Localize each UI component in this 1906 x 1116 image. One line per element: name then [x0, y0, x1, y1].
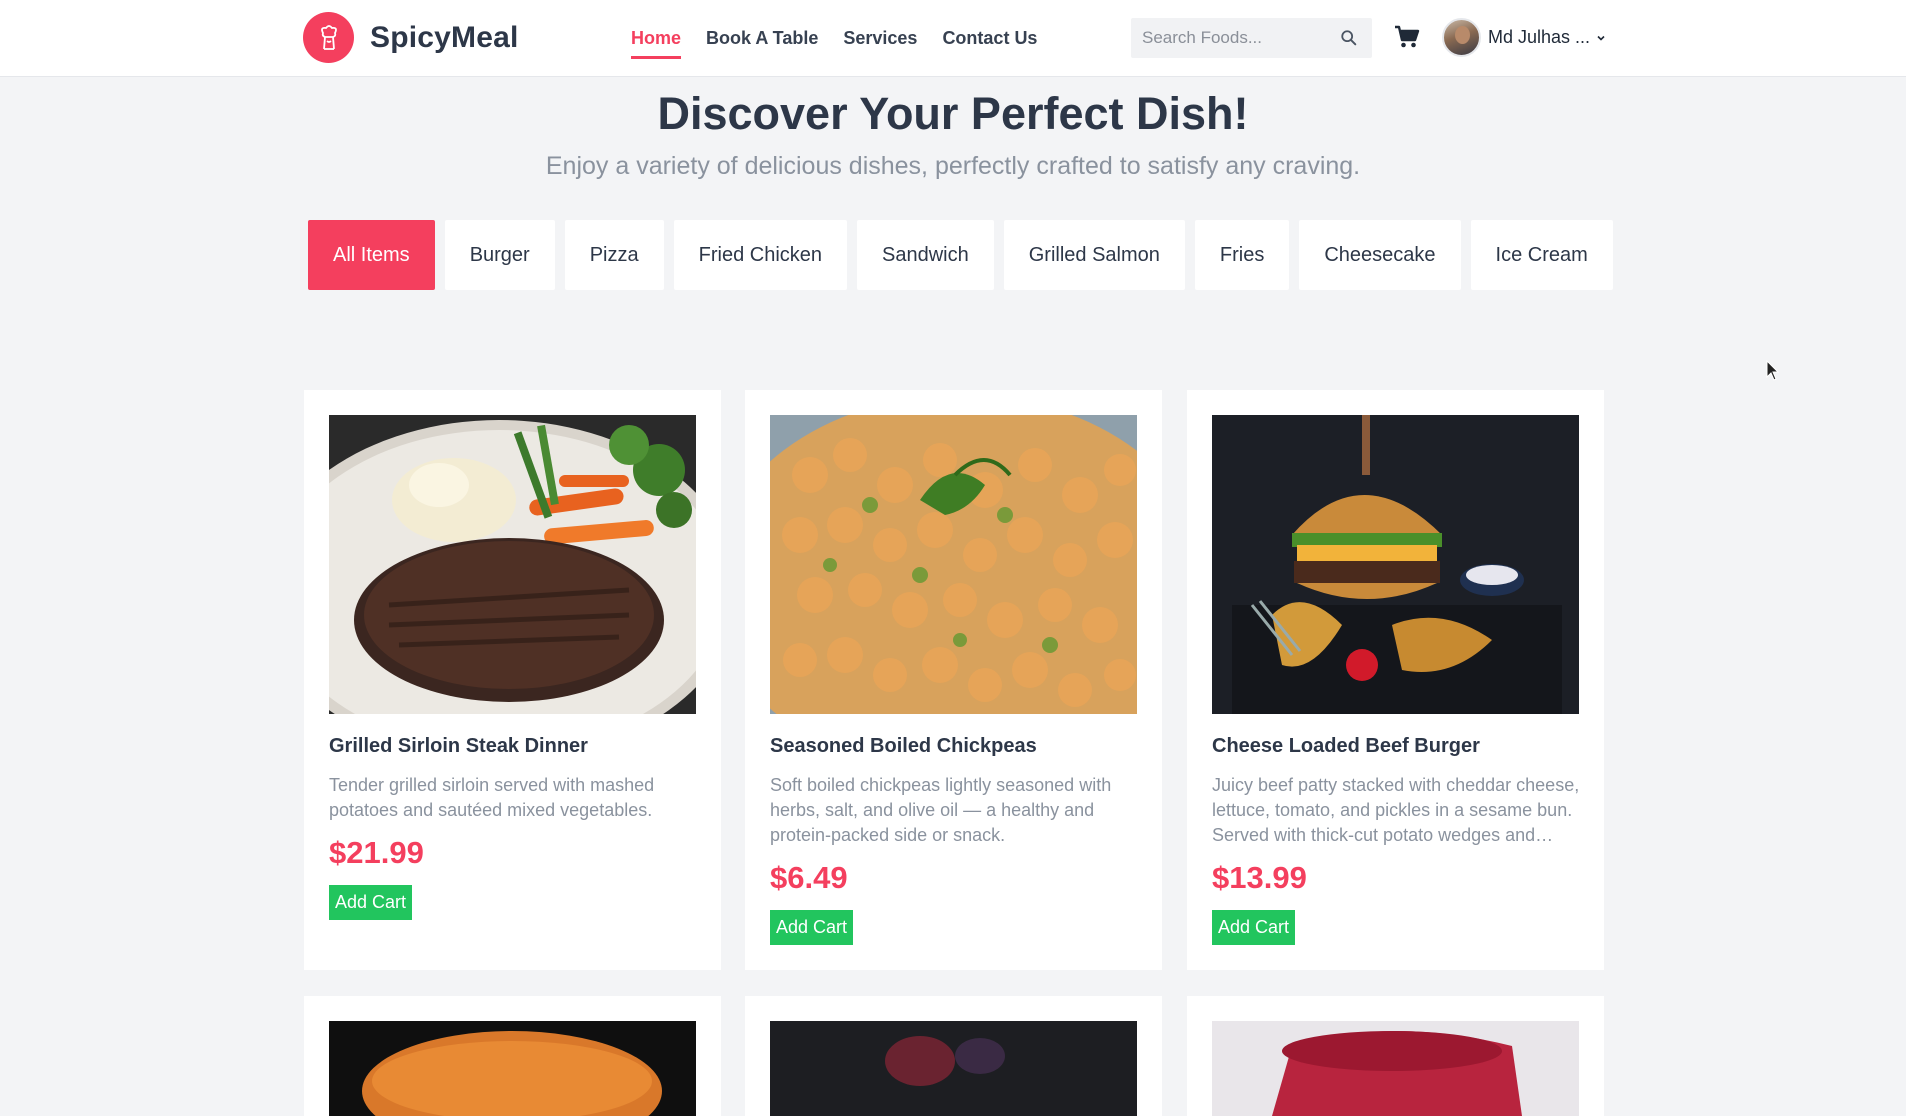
- product-name: Seasoned Boiled Chickpeas: [770, 735, 1037, 757]
- filter-pizza[interactable]: Pizza: [564, 220, 664, 290]
- product-name: Cheese Loaded Beef Burger: [1212, 735, 1480, 757]
- filter-fried-chicken[interactable]: Fried Chicken: [673, 220, 848, 290]
- user-menu[interactable]: Md Julhas ...: [1442, 18, 1606, 57]
- add-cart-button[interactable]: Add Cart: [1212, 910, 1296, 945]
- brand-logo[interactable]: SpicyMeal: [303, 12, 519, 63]
- product-name: Grilled Sirloin Steak Dinner: [329, 735, 588, 757]
- filter-grilled-salmon[interactable]: Grilled Salmon: [1003, 220, 1185, 290]
- nav-home[interactable]: Home: [631, 28, 682, 59]
- filter-fries[interactable]: Fries: [1194, 220, 1290, 290]
- filter-burger[interactable]: Burger: [444, 220, 555, 290]
- product-card: Seasoned Boiled Chickpeas Soft boiled ch…: [745, 390, 1162, 970]
- filter-ice-cream[interactable]: Ice Cream: [1470, 220, 1613, 290]
- cart-icon[interactable]: [1394, 24, 1420, 50]
- nav-contact-us[interactable]: Contact Us: [942, 28, 1037, 59]
- search-box: [1131, 18, 1372, 58]
- category-filter: All Items Burger Pizza Fried Chicken San…: [308, 220, 1623, 290]
- nav-book-a-table[interactable]: Book A Table: [706, 28, 818, 59]
- product-description: Tender grilled sirloin served with mashe…: [329, 775, 655, 820]
- product-description: Soft boiled chickpeas lightly seasoned w…: [770, 775, 1112, 845]
- brand-name: SpicyMeal: [370, 20, 519, 54]
- product-card: Grilled Sirloin Steak Dinner Tender gril…: [304, 390, 721, 970]
- search-input[interactable]: [1131, 18, 1331, 58]
- product-price: $6.49: [770, 860, 848, 895]
- product-image[interactable]: [329, 415, 696, 714]
- page-title: Discover Your Perfect Dish!: [657, 88, 1249, 139]
- mouse-cursor-icon: [1766, 360, 1780, 381]
- filter-sandwich[interactable]: Sandwich: [857, 220, 994, 290]
- product-image[interactable]: [1212, 415, 1579, 714]
- product-image[interactable]: [770, 1021, 1137, 1116]
- product-image[interactable]: [770, 415, 1137, 714]
- filter-cheesecake[interactable]: Cheesecake: [1299, 220, 1461, 290]
- product-price: $13.99: [1212, 860, 1307, 895]
- search-icon[interactable]: [1340, 29, 1358, 47]
- chevron-down-icon: [1597, 35, 1605, 41]
- navbar: SpicyMeal Home Book A Table Services Con…: [0, 0, 1906, 77]
- main-nav: Home Book A Table Services Contact Us: [631, 28, 1062, 59]
- add-cart-button[interactable]: Add Cart: [770, 910, 854, 945]
- chef-logo-icon: [303, 12, 354, 63]
- product-description: Juicy beef patty stacked with cheddar ch…: [1212, 775, 1580, 845]
- page-subtitle: Enjoy a variety of delicious dishes, per…: [545, 152, 1361, 180]
- user-name: Md Julhas ...: [1488, 27, 1591, 47]
- product-card: [745, 996, 1162, 1116]
- product-card: [304, 996, 721, 1116]
- product-image[interactable]: [329, 1021, 696, 1116]
- product-price: $21.99: [329, 835, 424, 870]
- product-card: [1187, 996, 1604, 1116]
- avatar: [1442, 18, 1481, 57]
- filter-all-items[interactable]: All Items: [308, 220, 435, 290]
- product-card: Cheese Loaded Beef Burger Juicy beef pat…: [1187, 390, 1604, 970]
- nav-services[interactable]: Services: [843, 28, 917, 59]
- product-image[interactable]: [1212, 1021, 1579, 1116]
- add-cart-button[interactable]: Add Cart: [329, 885, 413, 920]
